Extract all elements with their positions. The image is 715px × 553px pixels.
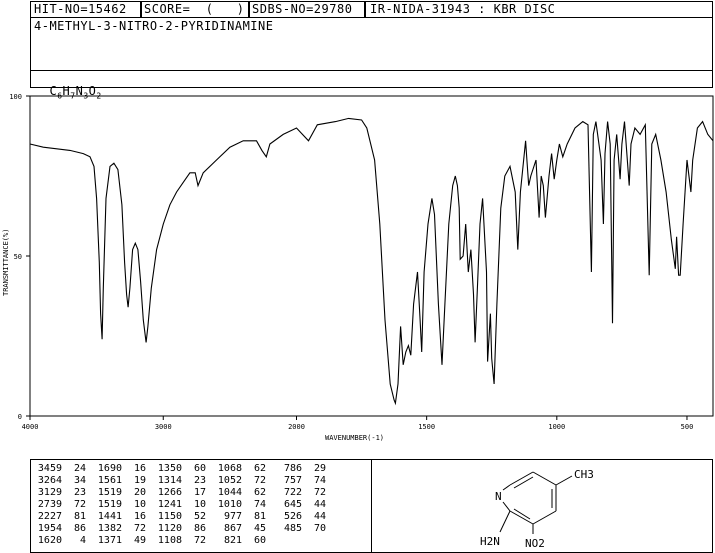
peak-transmittance: 16 [133,463,146,474]
peak-wavenumber: 786 [283,463,302,474]
peak-transmittance: 60 [193,463,206,474]
peak-transmittance: 72 [253,475,266,486]
peak-wavenumber: 2739 [37,499,62,510]
peak-wavenumber: 867 [223,523,242,534]
x-tick-label: 4000 [22,423,39,431]
ring-n-label: N [495,490,502,503]
peak-wavenumber: 1068 [217,463,242,474]
peak-transmittance: 10 [133,499,146,510]
peak-wavenumber: 1519 [97,499,122,510]
ir-spectrum-chart: 4000 3000 2000 1500 1000 500100500 WAVENUMBER… [2,93,714,442]
peak-transmittance: 72 [133,523,146,534]
peak-table-row: 2227 81 1441 16 1150 52 977 81 526 44 [32,511,332,523]
peak-wavenumber: 722 [283,487,302,498]
peak-wavenumber: 1108 [157,535,182,546]
y-tick-label: 0 [18,413,22,421]
peak-wavenumber [272,535,302,547]
peak-transmittance: 29 [313,463,326,474]
peak-transmittance: 10 [193,499,206,510]
peak-wavenumber: 1690 [97,463,122,474]
peak-transmittance: 19 [133,475,146,486]
peak-wavenumber: 1371 [97,535,122,546]
peak-wavenumber: 1266 [157,487,182,498]
y-tick-label: 100 [9,93,22,101]
x-tick-label: 500 [681,423,694,431]
nh2-label: H2N [480,535,500,548]
peak-transmittance: 44 [313,511,326,522]
peak-table-row: 3129 23 1519 20 1266 17 1044 62 722 72 [32,487,332,499]
peak-table-row: 1620 4 1371 49 1108 72 821 60 [32,535,332,547]
peak-transmittance: 23 [73,487,86,498]
peak-transmittance: 4 [79,535,86,546]
peak-wavenumber: 1150 [157,511,182,522]
peak-wavenumber: 821 [223,535,242,546]
peak-transmittance: 52 [193,511,206,522]
peak-wavenumber: 1241 [157,499,182,510]
peak-transmittance: 23 [193,475,206,486]
peak-wavenumber: 3264 [37,475,62,486]
peak-transmittance: 86 [193,523,206,534]
peak-wavenumber: 485 [283,523,302,534]
peak-wavenumber: 1314 [157,475,182,486]
peak-transmittance: 49 [133,535,146,546]
peak-wavenumber: 2227 [37,511,62,522]
spectrum-line [29,117,714,406]
peak-transmittance: 20 [133,487,146,498]
peak-transmittance: 81 [73,511,86,522]
peak-transmittance: 86 [73,523,86,534]
peak-wavenumber: 1561 [97,475,122,486]
x-tick-label: 2000 [288,423,305,431]
no2-label: NO2 [525,537,545,550]
peak-table-row: 1954 86 1382 72 1120 86 867 45 485 70 [32,523,332,535]
peak-table-row: 3459 24 1690 16 1350 60 1068 62 786 29 [32,463,332,475]
peak-transmittance: 81 [253,511,266,522]
peak-transmittance: 24 [73,463,86,474]
peak-transmittance: 44 [313,499,326,510]
peak-transmittance: 72 [193,535,206,546]
peak-wavenumber: 1010 [217,499,242,510]
peak-wavenumber: 3129 [37,487,62,498]
peak-wavenumber: 757 [283,475,302,486]
peak-wavenumber: 1620 [37,535,62,546]
peak-table: 3459 24 1690 16 1350 60 1068 62 786 29 3264 34 1561 1… [32,463,332,547]
peak-wavenumber: 1120 [157,523,182,534]
x-tick-label: 3000 [155,423,172,431]
peak-wavenumber: 1519 [97,487,122,498]
peak-wavenumber: 645 [283,499,302,510]
peak-transmittance: 72 [313,487,326,498]
peak-transmittance: 17 [193,487,206,498]
peak-wavenumber: 977 [223,511,242,522]
peak-transmittance: 72 [73,499,86,510]
peak-wavenumber: 1382 [97,523,122,534]
peak-table-row: 3264 34 1561 19 1314 23 1052 72 757 74 [32,475,332,487]
peak-wavenumber: 526 [283,511,302,522]
peak-table-row: 2739 72 1519 10 1241 10 1010 74 645 44 [32,499,332,511]
peak-transmittance: 34 [73,475,86,486]
peak-wavenumber: 3459 [37,463,62,474]
x-tick-label: 1000 [548,423,565,431]
x-tick-label: 1500 [418,423,435,431]
peak-transmittance: 16 [133,511,146,522]
peak-wavenumber: 1350 [157,463,182,474]
peak-transmittance: 74 [313,475,326,486]
y-axis-label: TRANSMITTANCE(%) [2,229,10,296]
molecule-structure: CH3 N H2N NO2 [480,468,594,550]
peak-transmittance: 70 [313,523,326,534]
peak-transmittance: 62 [253,463,266,474]
peak-wavenumber: 1044 [217,487,242,498]
peak-wavenumber: 1441 [97,511,122,522]
peak-transmittance: 62 [253,487,266,498]
peak-wavenumber: 1052 [217,475,242,486]
y-tick-label: 50 [14,253,22,261]
peak-transmittance: 60 [253,535,266,546]
peak-wavenumber: 1954 [37,523,62,534]
ch3-label: CH3 [574,468,594,481]
peak-transmittance: 45 [253,523,266,534]
peak-transmittance: 74 [253,499,266,510]
peak-transmittance [302,535,332,547]
x-axis-label: WAVENUMBER(-1) [325,434,384,442]
